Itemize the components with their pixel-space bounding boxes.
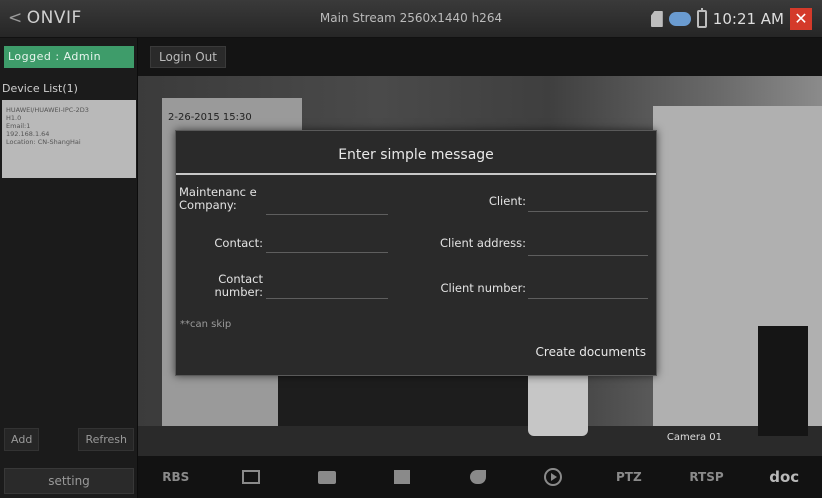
clock: 10:21 AM <box>712 10 784 28</box>
record-button[interactable] <box>387 470 417 484</box>
video-record-icon <box>394 470 411 484</box>
osd-timestamp: 2-26-2015 15:30 <box>168 112 252 123</box>
gallery-button[interactable] <box>236 470 266 484</box>
play-icon <box>544 468 563 486</box>
battery-icon <box>696 8 707 28</box>
refresh-button[interactable]: Refresh <box>78 428 134 451</box>
device-line: HUAWEI/HUAWEI-IPC-2D3 <box>6 106 89 114</box>
dialog-title: Enter simple message <box>176 131 656 175</box>
contact-field[interactable] <box>266 252 388 253</box>
close-icon[interactable]: ✕ <box>790 8 812 30</box>
network-icon <box>668 12 691 26</box>
snapshot-button[interactable] <box>312 470 342 484</box>
create-documents-button[interactable]: Create documents <box>536 345 646 359</box>
client-number-field[interactable] <box>528 298 648 299</box>
image-icon <box>242 470 261 484</box>
maintenance-company-field[interactable] <box>266 214 388 215</box>
talk-icon <box>469 470 486 484</box>
skip-note: **can skip <box>180 319 232 330</box>
client-label: Client: <box>488 194 526 208</box>
video-scene-object <box>528 366 588 436</box>
main-toolbar: Login Out <box>138 38 822 76</box>
ptz-button[interactable]: PTZ <box>614 470 644 484</box>
status-icons: 10:21 AM ✕ <box>650 6 812 32</box>
setting-button[interactable]: setting <box>4 468 134 494</box>
playback-button[interactable] <box>538 468 568 486</box>
device-line: Location: CN-ShangHai <box>6 138 81 146</box>
contact-number-field[interactable] <box>266 298 388 299</box>
simple-message-dialog: Enter simple message Maintenanc e Compan… <box>175 130 657 376</box>
contact-number-label: Contact number: <box>214 272 263 299</box>
client-field[interactable] <box>528 211 648 212</box>
video-scene-chair <box>758 326 808 436</box>
device-line: 192.168.1.64 <box>6 130 50 138</box>
add-button[interactable]: Add <box>4 428 40 451</box>
sd-card-icon <box>650 11 663 27</box>
doc-button[interactable]: doc <box>769 468 799 486</box>
osd-camera-name: Camera 01 <box>666 432 722 443</box>
client-address-field[interactable] <box>528 255 648 256</box>
talk-button[interactable] <box>463 470 493 484</box>
contact-label: Contact: <box>214 236 263 250</box>
maintenance-company-label: Maintenanc e Company: <box>179 185 257 212</box>
login-status: Logged : Admin <box>4 46 134 68</box>
device-card[interactable]: HUAWEI/HUAWEI-IPC-2D3 H1.0 Email:1 192.1… <box>2 100 136 178</box>
client-address-label: Client address: <box>439 236 526 250</box>
device-line: Email:1 <box>6 122 31 130</box>
bottom-toolbar: RBS PTZ RTSP doc <box>138 456 822 498</box>
rtsp-button[interactable]: RTSP <box>689 470 723 484</box>
rbs-button[interactable]: RBS <box>161 470 191 484</box>
sidebar: Logged : Admin Device List(1) HUAWEI/HUA… <box>0 38 138 498</box>
device-line: H1.0 <box>6 114 22 122</box>
client-number-label: Client number: <box>440 281 526 295</box>
logout-button[interactable]: Login Out <box>150 46 226 68</box>
status-bar: < ONVIF Main Stream 2560x1440 h264 10:21 … <box>0 0 822 38</box>
device-actions: Add Refresh <box>4 428 134 451</box>
camera-icon <box>317 470 336 484</box>
device-list-label: Device List(1) <box>2 82 78 95</box>
